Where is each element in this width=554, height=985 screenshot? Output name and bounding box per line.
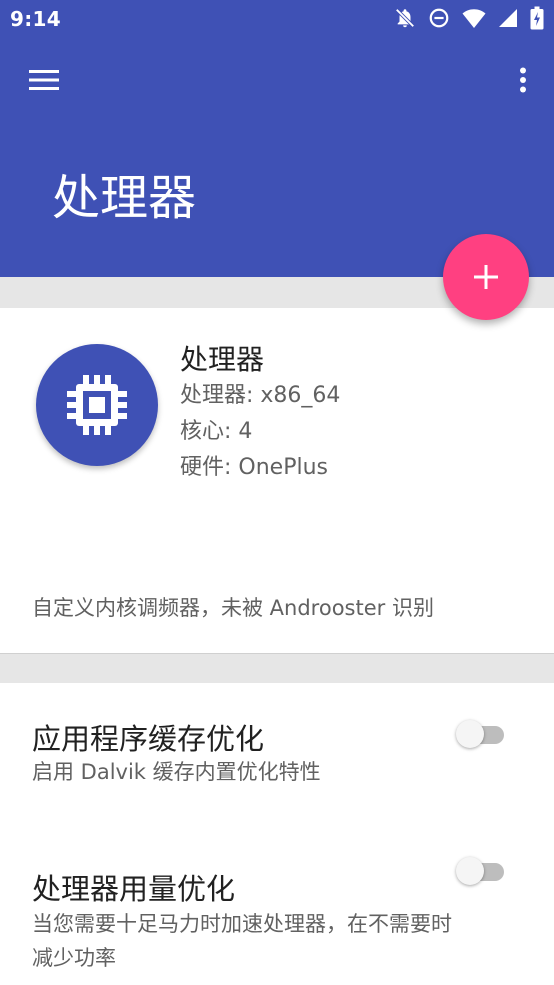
setting-subtitle: 当您需要十足马力时加速处理器，在不需要时减少功率 — [32, 912, 452, 970]
status-icons — [382, 6, 544, 30]
menu-icon — [29, 70, 59, 90]
switch-thumb — [456, 857, 484, 885]
switch-thumb — [456, 720, 484, 748]
cpu-usage-optimization-switch[interactable] — [456, 856, 506, 886]
plus-icon — [474, 265, 498, 289]
cpu-chip-icon — [67, 375, 127, 435]
signal-icon — [499, 9, 517, 27]
cpu-details: 处理器 处理器: x86_64 核心: 4 硬件: OnePlus — [180, 342, 340, 486]
setting-title: 应用程序缓存优化 — [32, 722, 265, 756]
battery-icon — [530, 6, 544, 30]
cpu-card-title: 处理器 — [180, 343, 265, 376]
setting-app-cache-optimization[interactable]: 应用程序缓存优化 启用 Dalvik 缓存内置优化特性 — [0, 683, 554, 823]
more-vert-icon — [520, 67, 526, 93]
cpu-info-card: 处理器 处理器: x86_64 核心: 4 硬件: OnePlus 自定义内核调… — [0, 308, 554, 653]
page-title: 处理器 — [52, 170, 197, 226]
status-time: 9:14 — [10, 7, 61, 31]
setting-title: 处理器用量优化 — [32, 872, 236, 906]
setting-subtitle: 启用 Dalvik 缓存内置优化特性 — [32, 760, 321, 784]
overflow-menu-button[interactable] — [508, 62, 538, 98]
status-bar: 9:14 — [0, 0, 554, 40]
cpu-cores-line: 核心: 4 — [180, 419, 253, 444]
cpu-hardware-line: 硬件: OnePlus — [180, 455, 328, 480]
do-not-disturb-icon — [429, 8, 449, 28]
add-fab-button[interactable] — [443, 234, 529, 320]
cpu-avatar — [36, 344, 158, 466]
governor-note: 自定义内核调频器，未被 Androoster 识别 — [32, 596, 434, 620]
wifi-icon — [462, 9, 486, 28]
notifications-off-icon — [395, 8, 415, 28]
section-divider — [0, 653, 554, 683]
cpu-processor-line: 处理器: x86_64 — [180, 383, 341, 408]
app-cache-optimization-switch[interactable] — [456, 719, 506, 749]
menu-button[interactable] — [22, 62, 66, 98]
setting-cpu-usage-optimization[interactable]: 处理器用量优化 当您需要十足马力时加速处理器，在不需要时减少功率 — [0, 823, 554, 985]
